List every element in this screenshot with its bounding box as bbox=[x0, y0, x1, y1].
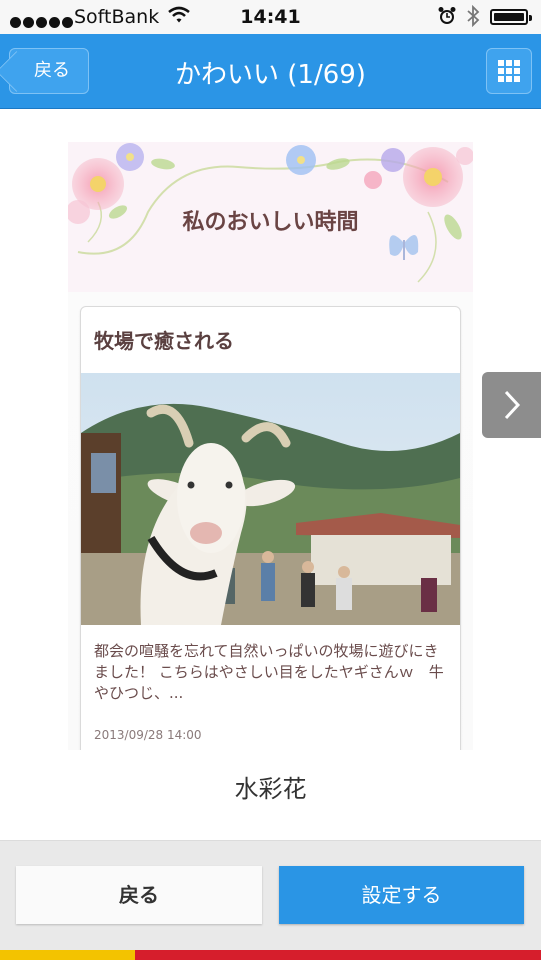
bottom-color-strip bbox=[0, 950, 541, 960]
entry-title: 牧場で癒される bbox=[94, 329, 234, 353]
status-time: 14:41 bbox=[240, 6, 301, 28]
chevron-right-icon bbox=[504, 390, 521, 420]
alarm-icon bbox=[437, 6, 457, 31]
theme-name: 水彩花 bbox=[234, 775, 307, 803]
entry-excerpt: 都会の喧騒を忘れて自然いっぱいの牧場に遊びにきました！ こちらはやさしい目をした… bbox=[94, 642, 444, 702]
next-theme-button[interactable] bbox=[482, 372, 541, 438]
grid-icon bbox=[498, 60, 520, 82]
grid-view-button[interactable] bbox=[486, 48, 532, 94]
page-title: かわいい (1/69) bbox=[175, 60, 366, 90]
blog-header-title: 私のおいしい時間 bbox=[182, 210, 359, 235]
set-theme-button[interactable]: 設定する bbox=[279, 866, 524, 924]
navigation-bar: 戻る かわいい (1/69) bbox=[0, 34, 541, 109]
bluetooth-icon bbox=[466, 4, 480, 32]
back-button[interactable]: 戻る bbox=[16, 866, 262, 924]
blog-entry-card: 牧場で癒される 都会の喧騒を忘れて自然いっぱいの牧場に遊びにきました！ こちらは… bbox=[80, 306, 461, 750]
theme-preview[interactable]: 私のおいしい時間 牧場で癒される 都会の喧騒を忘れて自然いっぱいの牧場に遊びにき… bbox=[68, 142, 473, 750]
battery-icon bbox=[490, 9, 532, 25]
status-bar: SoftBank 14:41 bbox=[0, 0, 541, 34]
goat-photo bbox=[81, 373, 460, 625]
bottom-action-bar: 戻る 設定する bbox=[0, 840, 541, 951]
content-area: 私のおいしい時間 牧場で癒される 都会の喧騒を忘れて自然いっぱいの牧場に遊びにき… bbox=[0, 109, 541, 840]
preview-header: 私のおいしい時間 bbox=[68, 142, 473, 292]
entry-date: 2013/09/28 14:00 bbox=[94, 728, 202, 742]
